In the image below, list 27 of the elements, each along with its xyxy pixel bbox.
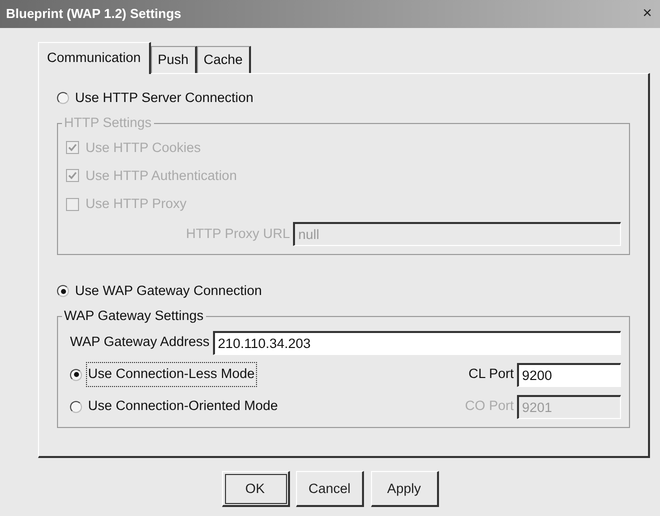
checkbox-label: Use HTTP Authentication [86,166,237,185]
close-button[interactable]: × [640,6,654,22]
window-title: Blueprint (WAP 1.2) Settings [6,5,182,24]
checkbox-label: Use HTTP Proxy [86,195,187,213]
checkbox-label: Use HTTP Cookies [86,138,201,156]
dialog-button[interactable]: OK [222,471,290,508]
radio-label: Use Connection-Less Mode [88,364,255,385]
port-label: CL Port [468,365,514,384]
radio-label: Use HTTP Server Connection [75,89,254,108]
group-title: WAP Gateway Settings [62,308,206,322]
dialog-button[interactable]: Cancel [296,471,364,508]
tab[interactable]: Cache [196,46,251,74]
radio-button[interactable] [57,92,69,104]
group-title: HTTP Settings [62,116,154,129]
port-label: CO Port [464,397,514,416]
radio-label: Use Connection-Oriented Mode [88,397,278,416]
dialog-button[interactable]: Apply [370,471,438,508]
tab[interactable]: Push [150,46,197,74]
field-label: WAP Gateway Address [70,333,210,352]
port-field[interactable]: 9200 [517,362,621,386]
field-label: HTTP Proxy URL [186,225,290,244]
radio-button[interactable] [70,400,82,412]
radio-label: Use WAP Gateway Connection [75,282,262,300]
radio-button[interactable] [57,285,69,298]
input-field[interactable]: 210.110.34.203 [212,330,621,354]
radio-button[interactable] [70,368,82,380]
tab[interactable]: Communication [38,42,151,74]
